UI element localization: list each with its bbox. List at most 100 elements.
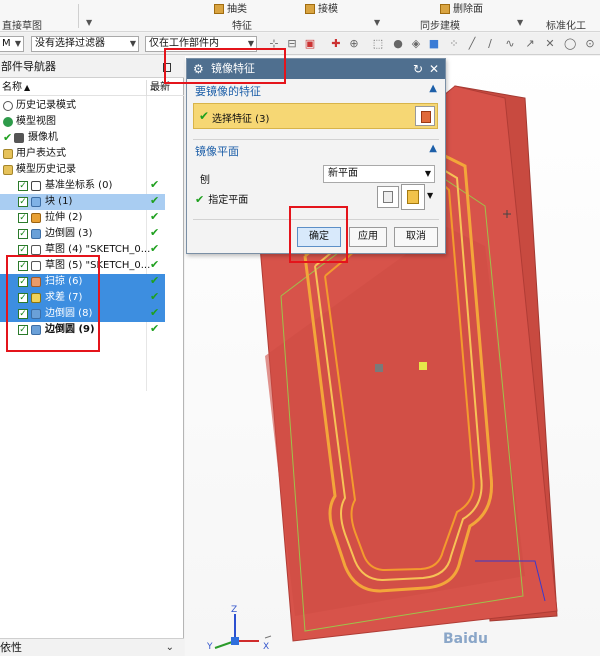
chevron-up-icon[interactable]: ▲ bbox=[429, 143, 437, 154]
midpoint-icon[interactable]: ∕ bbox=[484, 38, 496, 50]
tree-item-sweep[interactable]: ✓ 扫掠 (6) bbox=[0, 274, 165, 290]
snap-icon[interactable]: ⊹ bbox=[268, 38, 280, 50]
plane-type-select[interactable]: 新平面 ▼ bbox=[323, 165, 435, 183]
chevron-down-icon[interactable]: ⌄ bbox=[166, 639, 174, 656]
crosshair-icon[interactable]: ⊕ bbox=[348, 38, 360, 50]
tree-item-user-expressions[interactable]: 用户表达式 bbox=[0, 146, 165, 162]
tree-item-extrude[interactable]: ✓ 拉伸 (2) bbox=[0, 210, 165, 226]
tree-item-subtract[interactable]: ✓ 求差 (7) bbox=[0, 290, 165, 306]
datum-csys-icon bbox=[31, 181, 41, 191]
mirror-feature-dialog: ⚙ 镜像特征 ↻ ✕ 要镜像的特征 ▲ ✔ 选择特征 (3) 镜像平面 ▲ 刨 … bbox=[186, 58, 446, 254]
close-icon[interactable]: ✕ bbox=[429, 59, 439, 79]
tree-item-edge-blend-9[interactable]: ✓ 边倒圆 (9) bbox=[0, 322, 165, 338]
navigator-title: 部件导航器 bbox=[0, 56, 184, 78]
visibility-checkbox[interactable]: ✓ bbox=[18, 197, 28, 207]
visibility-checkbox[interactable]: ✓ bbox=[18, 213, 28, 223]
visibility-checkbox[interactable]: ✓ bbox=[18, 229, 28, 239]
watermark: Baidu bbox=[443, 631, 488, 647]
edge-blend-icon bbox=[31, 325, 41, 335]
tree-item-block[interactable]: ✓ 块 (1) bbox=[0, 194, 165, 210]
deselect-icon[interactable]: ⊟ bbox=[286, 38, 298, 50]
triad-origin bbox=[231, 637, 239, 645]
apply-button[interactable]: 应用 bbox=[349, 227, 387, 247]
reset-icon[interactable]: ↻ bbox=[413, 59, 423, 79]
check-icon: ✔ bbox=[199, 109, 210, 123]
chevron-down-icon[interactable]: ▼ bbox=[86, 18, 92, 27]
select-color-icon[interactable]: ▣ bbox=[304, 38, 316, 50]
chevron-down-icon[interactable]: ▼ bbox=[427, 191, 433, 200]
select-feature-button[interactable] bbox=[415, 106, 435, 126]
quadrant-icon[interactable]: ⊙ bbox=[584, 38, 596, 50]
divider bbox=[193, 139, 439, 140]
divider bbox=[193, 219, 439, 220]
solid-icon[interactable]: ■ bbox=[428, 38, 440, 50]
visibility-checkbox[interactable]: ✓ bbox=[18, 181, 28, 191]
curve-icon[interactable]: ∿ bbox=[504, 38, 516, 50]
cancel-button[interactable]: 取消 bbox=[394, 227, 438, 247]
feature-icon bbox=[214, 4, 224, 14]
extrude-icon bbox=[31, 213, 41, 223]
column-name[interactable]: 名称 bbox=[2, 80, 22, 96]
gear-icon[interactable]: ⚙ bbox=[193, 59, 204, 79]
menu-dropdown[interactable]: M ▼ bbox=[0, 36, 24, 52]
dependencies-panel-header[interactable]: 依性 ⌄ bbox=[0, 638, 184, 656]
column-latest[interactable]: 最新 bbox=[150, 80, 170, 96]
selection-toolbar: M ▼ 没有选择过滤器 ▼ 仅在工作部件内 ▼ ⊹ ⊟ ▣ ✚ ⊕ ⬚ ● ◈ ■ ⁘… bbox=[0, 33, 600, 55]
axis-label-x: X bbox=[263, 642, 270, 652]
visibility-checkbox[interactable]: ✓ bbox=[18, 325, 28, 335]
visibility-checkbox[interactable]: ✓ bbox=[18, 309, 28, 319]
ribbon-button-1[interactable]: 抽类 bbox=[214, 0, 247, 15]
model-marker bbox=[419, 362, 427, 370]
sphere-icon[interactable]: ● bbox=[392, 38, 404, 50]
plane-inferred-button[interactable] bbox=[401, 184, 425, 210]
point-icon[interactable]: ⁘ bbox=[448, 38, 460, 50]
ok-button[interactable]: 确定 bbox=[297, 227, 341, 247]
subtract-icon bbox=[31, 293, 41, 303]
type-filter-select[interactable]: 没有选择过滤器 ▼ bbox=[31, 36, 139, 52]
circle-center-icon[interactable]: ◯ bbox=[564, 38, 576, 50]
tree-item-edge-blend-8[interactable]: ✓ 边倒圆 (8) bbox=[0, 306, 165, 322]
tree-item-history-mode[interactable]: 历史记录模式 bbox=[0, 98, 165, 114]
intersection-icon[interactable]: ✕ bbox=[544, 38, 556, 50]
view-cube-icon[interactable]: ◈ bbox=[410, 38, 422, 50]
tangent-icon[interactable]: ↗ bbox=[524, 38, 536, 50]
latest-check-icon: ✔ bbox=[150, 210, 160, 223]
select-feature-row[interactable]: ✔ 选择特征 (3) bbox=[193, 103, 438, 129]
endpoint-icon[interactable]: ╱ bbox=[466, 38, 478, 50]
plane-label: 刨 bbox=[200, 175, 210, 186]
ribbon-button-3[interactable]: 删除面 bbox=[440, 0, 483, 15]
dialog-titlebar[interactable]: ⚙ 镜像特征 ↻ ✕ bbox=[187, 59, 445, 79]
latest-check-icon: ✔ bbox=[150, 178, 160, 191]
plane-dialog-button[interactable] bbox=[377, 186, 399, 208]
tree-item-sketch-4[interactable]: ✓ 草图 (4) "SKETCH_0... bbox=[0, 242, 165, 258]
tree-item-cameras[interactable]: ✔ 摄像机 bbox=[0, 130, 165, 146]
ribbon-button-2[interactable]: 接模 bbox=[305, 0, 338, 15]
sort-up-icon[interactable]: ▲ bbox=[24, 80, 30, 96]
box-select-icon[interactable]: ⬚ bbox=[372, 38, 384, 50]
visibility-checkbox[interactable]: ✓ bbox=[18, 293, 28, 303]
pin-icon[interactable] bbox=[163, 63, 171, 72]
latest-check-icon: ✔ bbox=[150, 322, 160, 335]
tree-item-edge-blend-3[interactable]: ✓ 边倒圆 (3) bbox=[0, 226, 165, 242]
visibility-checkbox[interactable]: ✓ bbox=[18, 245, 28, 255]
block-icon bbox=[31, 197, 41, 207]
camera-icon bbox=[14, 133, 24, 143]
chevron-up-icon[interactable]: ▲ bbox=[429, 83, 437, 94]
check-icon: ✔ bbox=[3, 131, 13, 144]
scope-filter-select[interactable]: 仅在工作部件内 ▼ bbox=[145, 36, 257, 52]
tree-item-sketch-5[interactable]: ✓ 草图 (5) "SKETCH_0... bbox=[0, 258, 165, 274]
section-feature-header[interactable]: 要镜像的特征 bbox=[195, 83, 261, 99]
section-plane-header[interactable]: 镜像平面 bbox=[195, 143, 239, 159]
tree-item-model-views[interactable]: 模型视图 bbox=[0, 114, 165, 130]
tree-item-datum-csys[interactable]: ✓ 基准坐标系 (0) bbox=[0, 178, 165, 194]
chevron-down-icon[interactable]: ▼ bbox=[374, 18, 380, 27]
latest-check-icon: ✔ bbox=[150, 258, 160, 271]
snap-point-icon[interactable]: ✚ bbox=[330, 38, 342, 50]
model-views-icon bbox=[3, 117, 13, 127]
visibility-checkbox[interactable]: ✓ bbox=[18, 277, 28, 287]
chevron-down-icon[interactable]: ▼ bbox=[517, 18, 523, 27]
visibility-checkbox[interactable]: ✓ bbox=[18, 261, 28, 271]
tree-item-model-history[interactable]: 模型历史记录 bbox=[0, 162, 165, 178]
latest-check-icon: ✔ bbox=[150, 306, 160, 319]
latest-check-icon: ✔ bbox=[150, 274, 160, 287]
